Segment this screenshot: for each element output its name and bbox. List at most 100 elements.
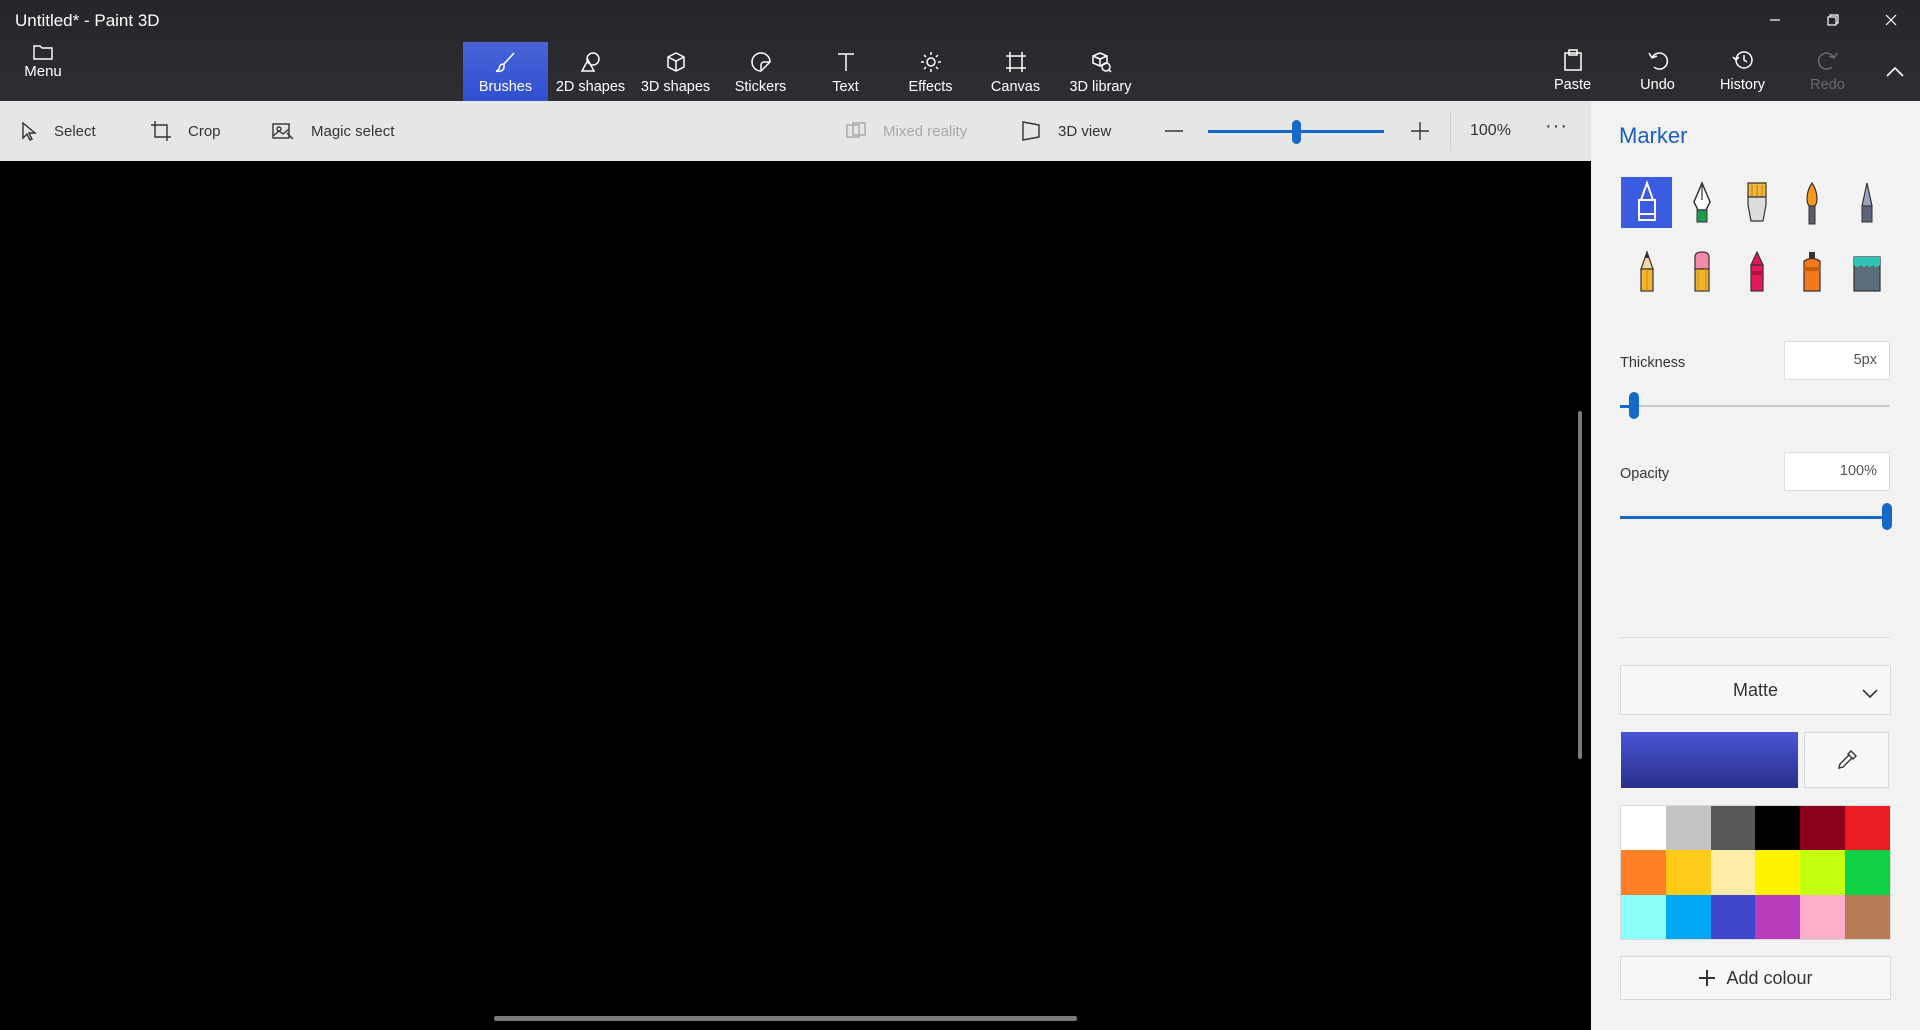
folder-icon — [33, 45, 53, 60]
edit-tools: Paste Undo History Redo — [1530, 42, 1920, 101]
tab-label: 3D library — [1069, 79, 1132, 95]
colour-swatch[interactable] — [1755, 850, 1801, 895]
crop-icon — [151, 121, 171, 141]
colour-swatch[interactable] — [1800, 850, 1846, 895]
tab-text[interactable]: Text — [803, 42, 888, 101]
opacity-label: Opacity — [1620, 466, 1670, 482]
watercolour-icon — [1805, 181, 1818, 224]
magic-select-button[interactable]: Magic select — [271, 101, 394, 161]
text-icon — [837, 53, 854, 71]
thickness-slider-thumb[interactable] — [1628, 392, 1639, 419]
tab-brushes[interactable]: Brushes — [463, 42, 548, 101]
3d-view-label: 3D view — [1058, 122, 1112, 140]
close-button[interactable] — [1862, 0, 1920, 40]
plus-icon — [1411, 122, 1429, 140]
redo-icon — [1817, 52, 1838, 70]
brush-pencil[interactable] — [1621, 246, 1672, 297]
select-button[interactable]: Select — [20, 101, 96, 161]
drawing-canvas[interactable] — [0, 161, 1591, 1030]
minus-icon — [1165, 130, 1183, 132]
2d-shapes-icon — [580, 52, 600, 72]
thickness-input[interactable]: 5px — [1784, 341, 1890, 380]
opacity-slider-thumb[interactable] — [1882, 503, 1892, 530]
window-title: Untitled* - Paint 3D — [15, 11, 160, 30]
magic-select-icon — [272, 123, 294, 140]
finish-dropdown[interactable]: Matte — [1620, 665, 1891, 715]
pencil-icon — [1639, 249, 1654, 292]
tab-stickers[interactable]: Stickers — [718, 42, 803, 101]
colour-swatch[interactable] — [1800, 894, 1846, 939]
paste-button[interactable]: Paste — [1530, 42, 1615, 101]
tab-canvas[interactable]: Canvas — [973, 42, 1058, 101]
colour-swatch[interactable] — [1710, 850, 1756, 895]
redo-button[interactable]: Redo — [1785, 42, 1870, 101]
colour-swatch[interactable] — [1710, 894, 1756, 939]
history-label: History — [1719, 77, 1766, 93]
toolbar-divider — [1450, 111, 1451, 151]
thickness-slider-track[interactable] — [1620, 405, 1890, 407]
horizontal-scrollbar[interactable] — [494, 1016, 1077, 1021]
brush-eraser[interactable] — [1676, 246, 1727, 297]
add-colour-button[interactable]: Add colour — [1620, 956, 1891, 1000]
crop-button[interactable]: Crop — [150, 101, 221, 161]
history-button[interactable]: History — [1700, 42, 1785, 101]
colour-swatch[interactable] — [1800, 806, 1846, 851]
opacity-input[interactable]: 100% — [1784, 452, 1890, 491]
zoom-percent[interactable]: 100% — [1470, 101, 1511, 161]
brush-fill[interactable] — [1841, 246, 1892, 297]
mixed-reality-icon — [846, 122, 866, 138]
brush-watercolour[interactable] — [1786, 177, 1837, 228]
tab-label: Effects — [908, 79, 953, 95]
collapse-ribbon-button[interactable] — [1870, 42, 1920, 101]
current-colour-swatch[interactable] — [1621, 732, 1798, 788]
canvas-icon — [1005, 52, 1026, 72]
main-tools: Brushes 2D shapes 3D shapes Stickers Tex… — [463, 42, 1143, 101]
paint3d-window: Untitled* - Paint 3D Menu Brushes 2D sha… — [0, 0, 1920, 1030]
plus-icon — [1699, 970, 1716, 986]
minimize-button[interactable] — [1746, 0, 1804, 40]
colour-swatch[interactable] — [1665, 850, 1711, 895]
paste-label: Paste — [1553, 77, 1592, 93]
zoom-out-button[interactable] — [1162, 119, 1186, 143]
tab-label: 3D shapes — [640, 79, 711, 95]
undo-button[interactable]: Undo — [1615, 42, 1700, 101]
undo-icon — [1647, 52, 1668, 70]
vertical-scrollbar[interactable] — [1578, 411, 1582, 759]
colour-swatch[interactable] — [1621, 894, 1666, 939]
colour-swatch[interactable] — [1710, 806, 1756, 851]
brush-crayon[interactable] — [1731, 246, 1782, 297]
brush-grid — [1621, 177, 1892, 297]
3d-view-toggle[interactable]: 3D view — [1020, 101, 1111, 161]
colour-swatch[interactable] — [1755, 894, 1801, 939]
brush-oil[interactable] — [1731, 177, 1782, 228]
brush-calligraphy-pen[interactable] — [1676, 177, 1727, 228]
pixel-pen-icon — [1860, 182, 1873, 222]
eyedropper-button[interactable] — [1804, 732, 1889, 788]
restore-button[interactable] — [1804, 0, 1862, 40]
colour-swatch[interactable] — [1621, 806, 1666, 851]
zoom-in-button[interactable] — [1408, 119, 1432, 143]
colour-swatch[interactable] — [1621, 850, 1666, 895]
colour-swatch[interactable] — [1845, 806, 1890, 851]
crop-label: Crop — [188, 122, 221, 140]
brush-spray-can[interactable] — [1786, 246, 1837, 297]
brush-pixel-pen[interactable] — [1841, 177, 1892, 228]
oil-brush-icon — [1746, 181, 1767, 222]
tab-3d-shapes[interactable]: 3D shapes — [633, 42, 718, 101]
mixed-reality-button[interactable]: Mixed reality — [845, 101, 967, 161]
more-options-button[interactable]: ··· — [1545, 101, 1568, 161]
colour-swatch[interactable] — [1755, 806, 1801, 851]
spray-can-icon — [1802, 251, 1821, 292]
tab-3d-library[interactable]: 3D library — [1058, 42, 1143, 101]
tab-effects[interactable]: Effects — [888, 42, 973, 101]
menu-button[interactable]: Menu — [14, 44, 72, 94]
colour-swatch[interactable] — [1665, 894, 1711, 939]
colour-swatch[interactable] — [1665, 806, 1711, 851]
colour-swatch[interactable] — [1845, 894, 1890, 939]
colour-swatch[interactable] — [1845, 850, 1890, 895]
crayon-icon — [1749, 250, 1764, 292]
tab-2d-shapes[interactable]: 2D shapes — [548, 42, 633, 101]
zoom-slider-thumb[interactable] — [1291, 120, 1301, 144]
magic-select-label: Magic select — [311, 122, 395, 140]
brush-marker[interactable] — [1621, 177, 1672, 228]
